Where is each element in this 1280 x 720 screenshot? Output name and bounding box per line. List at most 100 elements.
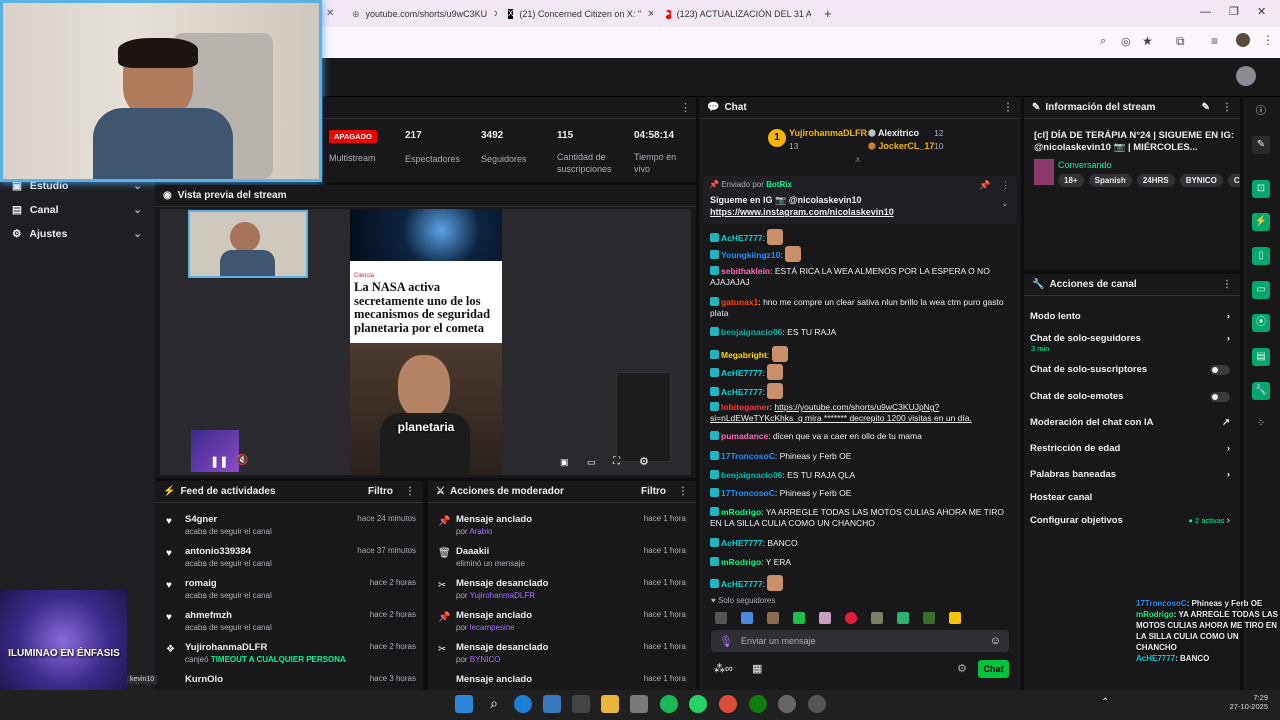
feed-row[interactable]: ♥ antonio339384 acaba de seguir el canal…: [160, 546, 420, 578]
tag[interactable]: BYNICO: [1179, 174, 1223, 187]
emote-icon[interactable]: [923, 612, 935, 624]
media-icon[interactable]: ≡: [1211, 34, 1218, 48]
preview-video[interactable]: Ciencia La NASA activa secretamente uno …: [160, 209, 691, 475]
feed-row[interactable]: ♥ ahmefmzh acaba de seguir el canal hace…: [160, 610, 420, 642]
action-followers-only[interactable]: Chat de solo-seguidores ›: [1030, 333, 1230, 344]
store-icon[interactable]: [543, 695, 561, 713]
leaderboard-user[interactable]: YujirohanmaDLFR: [789, 128, 867, 138]
calendar-icon[interactable]: ▦: [752, 662, 762, 675]
chat-username[interactable]: AcHE7777: [721, 579, 763, 589]
wrench-icon[interactable]: 🔧: [1252, 382, 1270, 400]
action-age-restriction[interactable]: Restricción de edad ›: [1030, 443, 1230, 454]
chat-username[interactable]: gatunax1: [721, 297, 758, 307]
ad-icon[interactable]: ⚡: [1252, 213, 1270, 231]
mute-icon[interactable]: 🔇: [236, 455, 248, 466]
spotify-icon[interactable]: [660, 695, 678, 713]
fullscreen-icon[interactable]: ⛶: [613, 456, 620, 467]
chat-input[interactable]: 🎙 Enviar un mensaje ☺: [711, 630, 1009, 652]
pinned-by-user[interactable]: BotRix: [766, 180, 792, 189]
sidebar-item-ajustes[interactable]: ⚙ Ajustes ⌄: [12, 228, 142, 240]
chat-username[interactable]: 17TroncosoC: [721, 451, 775, 461]
pause-icon[interactable]: ❚❚: [210, 455, 228, 468]
chat-username[interactable]: mRodrigo: [721, 557, 761, 567]
edit-icon[interactable]: ✎: [1202, 102, 1210, 113]
action-subs-only[interactable]: Chat de solo-suscriptores: [1030, 364, 1230, 375]
tag[interactable]: 18+: [1058, 174, 1084, 187]
app-icon[interactable]: [778, 695, 796, 713]
action-host-channel[interactable]: Hostear canal: [1030, 492, 1230, 503]
media-player-icon[interactable]: [808, 695, 826, 713]
chevron-down-icon[interactable]: ⌄: [1001, 198, 1009, 209]
chat-username[interactable]: 17TroncosoC: [721, 488, 775, 498]
action-goals[interactable]: Configurar objetivos ● 2 activas ›: [1030, 515, 1230, 526]
profile-avatar[interactable]: [1236, 33, 1250, 47]
chat-settings-icon[interactable]: ⚙: [957, 662, 967, 675]
zoom-icon[interactable]: ⌕: [1100, 35, 1106, 48]
chat-username[interactable]: benjaignacio06: [721, 327, 782, 337]
minimize-icon[interactable]: —: [1200, 6, 1211, 18]
mod-user[interactable]: Arabio: [469, 527, 492, 536]
chat-username[interactable]: AcHE7777: [721, 387, 763, 397]
mod-user[interactable]: lecampesine: [470, 623, 515, 632]
user-avatar[interactable]: [1236, 66, 1256, 86]
app-icon[interactable]: [572, 695, 590, 713]
close-tab-icon[interactable]: ✕: [647, 9, 653, 20]
emote-icon[interactable]: [845, 612, 857, 624]
channel-points-icon[interactable]: ⁂∞: [714, 662, 733, 675]
whatsapp-icon[interactable]: [689, 695, 707, 713]
chrome-icon[interactable]: [719, 695, 737, 713]
marker-icon[interactable]: ▯: [1252, 247, 1270, 265]
clock[interactable]: 7:29 27-10-2025: [1218, 693, 1268, 711]
chat-icon[interactable]: ▭: [1252, 281, 1270, 299]
sidebar-item-canal[interactable]: ▤ Canal ⌄: [12, 204, 142, 216]
action-banned-words[interactable]: Palabras baneadas ›: [1030, 469, 1230, 480]
leaderboard-entry[interactable]: ⬢ JockerCL_17: [868, 141, 934, 152]
chat-username[interactable]: Megabright: [721, 350, 767, 360]
more-options-icon[interactable]: ⋮: [1222, 279, 1232, 290]
feed-row[interactable]: ❖ YujirohanmaDLFR canjeó TIMEOUT A CUALQ…: [160, 642, 420, 674]
eye-off-icon[interactable]: ◎: [1121, 35, 1131, 48]
emoji-icon[interactable]: ☺: [990, 635, 1001, 647]
mod-user[interactable]: BYNICO: [470, 655, 501, 664]
chat-username[interactable]: sebithaklein: [721, 266, 770, 276]
action-ai-moderation[interactable]: Moderación del chat con IA ↗: [1030, 417, 1230, 428]
settings-icon[interactable]: ⚙: [639, 455, 649, 468]
tag[interactable]: 24HRS: [1136, 174, 1175, 187]
file-explorer-icon[interactable]: [601, 695, 619, 713]
info-icon[interactable]: ⓘ: [1252, 103, 1270, 121]
app-icon[interactable]: [630, 695, 648, 713]
raid-icon[interactable]: ⦿: [1252, 314, 1270, 332]
toggle[interactable]: [1210, 391, 1230, 402]
feed-filter-button[interactable]: Filtro: [368, 486, 393, 497]
browser-tab[interactable]: X (21) Concerned Citizen on X: " ✕: [508, 4, 653, 24]
clip-icon[interactable]: ⊡: [1252, 180, 1270, 198]
pin-icon[interactable]: 📌: [979, 180, 990, 191]
collapse-icon[interactable]: ⩡: [855, 155, 861, 166]
emote-icon[interactable]: [715, 612, 727, 624]
more-options-icon[interactable]: ⋮: [680, 101, 691, 114]
windows-start-icon[interactable]: [455, 695, 473, 713]
close-tab-icon[interactable]: ✕: [493, 9, 497, 20]
browser-tab[interactable]: ▶ (123) ACTUALIZACIÓN DEL 31 AI ✕: [666, 4, 811, 24]
tag[interactable]: Spanish: [1088, 174, 1132, 187]
bookmark-star-icon[interactable]: ★: [1142, 34, 1153, 48]
stream-category[interactable]: Conversando: [1058, 160, 1112, 170]
edit-icon[interactable]: ✎: [1252, 136, 1270, 154]
new-tab-button[interactable]: +: [824, 6, 832, 21]
emote-icon[interactable]: [949, 612, 961, 624]
action-slow-mode[interactable]: Modo lento ›: [1030, 311, 1230, 322]
extensions-icon[interactable]: ⧉: [1176, 34, 1185, 49]
chat-username[interactable]: AcHE7777: [721, 233, 763, 243]
chat-username[interactable]: AcHE7777: [721, 368, 763, 378]
mod-user[interactable]: YujirohanmaDLFR: [470, 591, 535, 600]
mod-filter-button[interactable]: Filtro: [641, 486, 666, 497]
xbox-icon[interactable]: [749, 695, 767, 713]
close-window-icon[interactable]: ✕: [1257, 5, 1266, 18]
leaderboard-entry[interactable]: ⬢ Alexitrico: [868, 128, 919, 139]
emote-icon[interactable]: [819, 612, 831, 624]
more-options-icon[interactable]: ⋮: [678, 486, 688, 497]
search-icon[interactable]: ⌕: [485, 695, 503, 713]
action-emotes-only[interactable]: Chat de solo-emotes: [1030, 391, 1230, 402]
more-options-icon[interactable]: ⋮: [1003, 102, 1013, 113]
emote-icon[interactable]: [793, 612, 805, 624]
